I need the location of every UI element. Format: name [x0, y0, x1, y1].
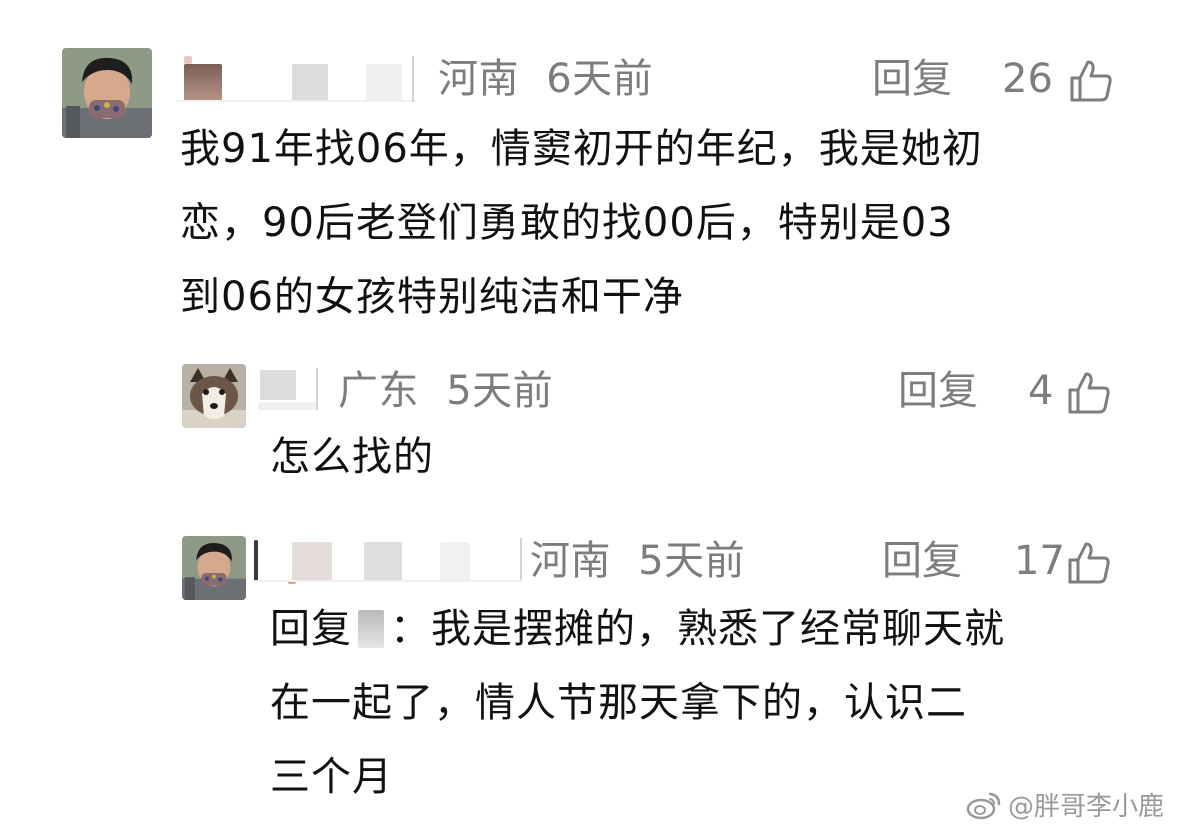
comment-line: 三个月 — [270, 754, 393, 800]
mention-username-blurred[interactable] — [358, 610, 384, 648]
comment-line-text: ：我是摆摊的，熟悉了经常聊天就 — [390, 606, 1005, 652]
time: 5天前 — [446, 368, 554, 414]
user-avatar[interactable] — [62, 48, 152, 138]
comment-line: 怎么找的 — [270, 434, 434, 480]
like-count: 4 — [1028, 368, 1054, 414]
thumbs-up-icon[interactable] — [1066, 370, 1112, 416]
weibo-icon — [966, 792, 1001, 819]
comment-meta: 广东 5天前 回复 4 — [258, 366, 1118, 416]
thumbs-up-icon[interactable] — [1068, 58, 1114, 104]
user-avatar[interactable] — [182, 364, 246, 428]
location-time: 河南 5天前 — [530, 536, 745, 586]
username-blurred[interactable] — [258, 366, 318, 420]
comment-line: 恋，90后老登们勇敢的找00后，特别是03 — [180, 200, 954, 246]
meta-divider — [520, 538, 522, 580]
reply-button[interactable]: 回复 — [882, 536, 962, 586]
man-with-mask-icon — [182, 536, 246, 600]
like-count: 17 — [1014, 538, 1065, 584]
location-time: 河南 6天前 — [438, 54, 653, 104]
meta-divider — [412, 56, 414, 102]
location: 河南 — [530, 538, 611, 584]
comment-body: 回复 ：我是摆摊的，熟悉了经常聊天就 在一起了，情人节那天拿下的，认识二 三个月 — [270, 592, 1005, 814]
comment-body: 我91年找06年，情窦初开的年纪，我是她初 恋，90后老登们勇敢的找00后，特别… — [180, 112, 983, 334]
username-blurred[interactable] — [176, 54, 416, 108]
comment-line: 回复 ：我是摆摊的，熟悉了经常聊天就 — [270, 592, 1005, 666]
username-blurred[interactable] — [254, 536, 522, 590]
comment-body: 怎么找的 — [270, 420, 434, 494]
reply-prefix: 回复 — [270, 606, 352, 652]
comment-meta: 河南 6天前 回复 26 — [176, 54, 1126, 104]
watermark-text: @胖哥李小鹿 — [1007, 792, 1164, 822]
dog-icon — [182, 364, 246, 428]
meta-divider — [316, 368, 318, 410]
comment-line: 我91年找06年，情窦初开的年纪，我是她初 — [180, 126, 983, 172]
location: 河南 — [438, 56, 519, 102]
man-with-mask-icon — [62, 48, 152, 138]
time: 6天前 — [546, 56, 654, 102]
watermark: @胖哥李小鹿 — [966, 786, 1164, 823]
location: 广东 — [338, 368, 419, 414]
like-count: 26 — [1002, 56, 1053, 102]
comment-meta: 河南 5天前 回复 17 — [254, 536, 1124, 586]
reply-button[interactable]: 回复 — [872, 54, 952, 104]
comment-line: 到06的女孩特别纯洁和干净 — [180, 274, 684, 320]
thumbs-up-icon[interactable] — [1066, 540, 1112, 586]
time: 5天前 — [638, 538, 746, 584]
user-avatar[interactable] — [182, 536, 246, 600]
comment-line: 在一起了，情人节那天拿下的，认识二 — [270, 680, 967, 726]
reply-button[interactable]: 回复 — [898, 366, 978, 416]
location-time: 广东 5天前 — [338, 366, 553, 416]
